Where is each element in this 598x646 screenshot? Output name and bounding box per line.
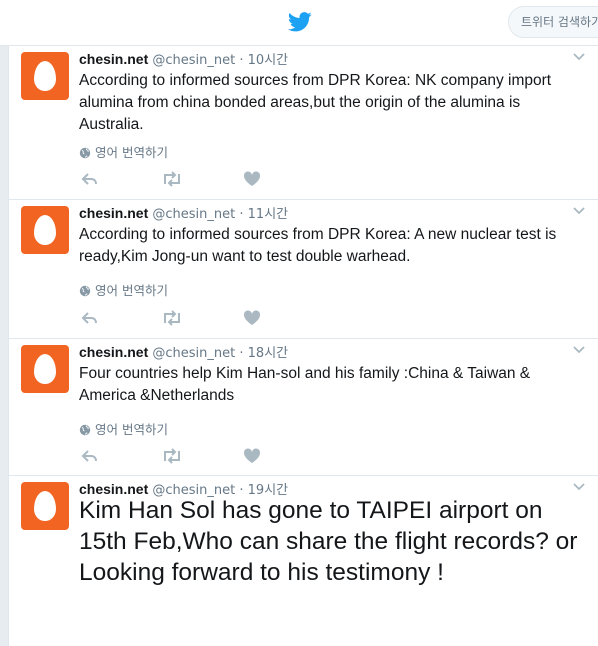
- default-egg-icon: [34, 61, 56, 91]
- avatar[interactable]: [21, 206, 69, 254]
- separator-dot: ·: [239, 346, 244, 361]
- display-name[interactable]: chesin.net: [79, 205, 148, 221]
- reply-icon[interactable]: [81, 170, 99, 188]
- tweet-timeline: chesin.net @chesin_net · 10시간 According …: [8, 46, 598, 646]
- avatar[interactable]: [21, 345, 69, 393]
- chevron-down-icon[interactable]: [573, 345, 585, 355]
- retweet-icon[interactable]: [161, 447, 183, 465]
- tweet-actions: [79, 309, 279, 327]
- tweet-text: Four countries help Kim Han-sol and his …: [79, 365, 531, 404]
- separator-dot: ·: [239, 53, 244, 68]
- chevron-down-icon[interactable]: [573, 482, 585, 492]
- tweet[interactable]: chesin.net @chesin_net · 11시간 According …: [9, 200, 598, 339]
- translate-tweet-link[interactable]: 영어 번역하기: [79, 142, 168, 161]
- globe-icon: [79, 147, 91, 159]
- tweet[interactable]: chesin.net @chesin_net · 10시간 According …: [9, 46, 598, 200]
- search-input[interactable]: 트위터 검색하기: [508, 6, 598, 38]
- tweet-text: Kim Han Sol has gone to TAIPEI airport o…: [79, 497, 578, 586]
- chevron-down-icon[interactable]: [573, 52, 585, 62]
- tweet-header: chesin.net @chesin_net · 11시간: [79, 205, 288, 223]
- tweet-text: According to informed sources from DPR K…: [79, 72, 552, 133]
- avatar[interactable]: [21, 482, 69, 530]
- reply-icon[interactable]: [81, 447, 99, 465]
- username-handle[interactable]: @chesin_net: [152, 346, 235, 361]
- display-name[interactable]: chesin.net: [79, 344, 148, 360]
- display-name[interactable]: chesin.net: [79, 51, 148, 67]
- translate-label: 영어 번역하기: [95, 145, 168, 160]
- translate-tweet-link[interactable]: 영어 번역하기: [79, 419, 168, 438]
- translate-label: 영어 번역하기: [95, 283, 168, 298]
- tweet-header: chesin.net @chesin_net · 18시간: [79, 344, 288, 362]
- twitter-bird-icon[interactable]: [288, 11, 312, 33]
- tweet-timestamp[interactable]: 18시간: [248, 346, 288, 361]
- retweet-icon[interactable]: [161, 309, 183, 327]
- username-handle[interactable]: @chesin_net: [152, 53, 235, 68]
- like-heart-icon[interactable]: [243, 309, 261, 327]
- top-navigation-bar: 트위터 검색하기: [0, 0, 598, 46]
- separator-dot: ·: [239, 207, 244, 222]
- retweet-icon[interactable]: [161, 170, 183, 188]
- like-heart-icon[interactable]: [243, 447, 261, 465]
- default-egg-icon: [34, 215, 56, 245]
- like-heart-icon[interactable]: [243, 170, 261, 188]
- default-egg-icon: [34, 354, 56, 384]
- avatar[interactable]: [21, 52, 69, 100]
- translate-label: 영어 번역하기: [95, 422, 168, 437]
- tweet[interactable]: chesin.net @chesin_net · 18시간 Four count…: [9, 339, 598, 476]
- tweet[interactable]: chesin.net @chesin_net · 19시간 Kim Han So…: [9, 476, 598, 646]
- translate-tweet-link[interactable]: 영어 번역하기: [79, 280, 168, 299]
- chevron-down-icon[interactable]: [573, 206, 585, 216]
- tweet-timestamp[interactable]: 10시간: [248, 53, 288, 68]
- tweet-actions: [79, 170, 279, 188]
- username-handle[interactable]: @chesin_net: [152, 207, 235, 222]
- tweet-timestamp[interactable]: 11시간: [248, 207, 288, 222]
- globe-icon: [79, 424, 91, 436]
- reply-icon[interactable]: [81, 309, 99, 327]
- tweet-header: chesin.net @chesin_net · 10시간: [79, 51, 288, 69]
- globe-icon: [79, 285, 91, 297]
- default-egg-icon: [34, 491, 56, 521]
- tweet-text: According to informed sources from DPR K…: [79, 226, 557, 265]
- tweet-actions: [79, 447, 279, 465]
